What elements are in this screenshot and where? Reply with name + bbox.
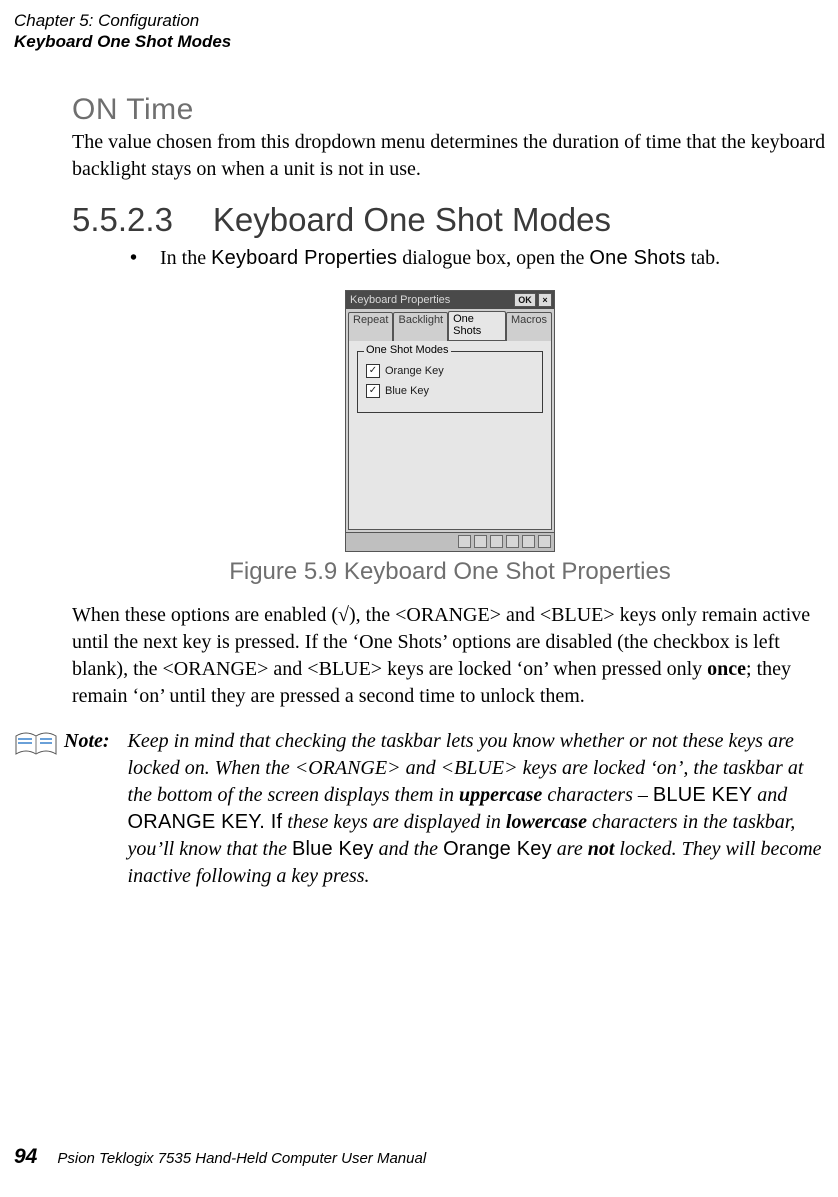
- bullet-marker: •: [130, 247, 140, 270]
- section-heading: 5.5.2.3 Keyboard One Shot Modes: [72, 201, 828, 239]
- manual-title: Psion Teklogix 7535 Hand-Held Computer U…: [57, 1150, 426, 1167]
- note-block: Note: Keep in mind that checking the tas…: [14, 728, 828, 890]
- close-button[interactable]: ×: [538, 293, 552, 307]
- orange-key-row: ✓ Orange Key: [366, 364, 534, 378]
- taskbar-icon: [490, 535, 503, 548]
- taskbar-icon: [506, 535, 519, 548]
- taskbar: [346, 532, 554, 551]
- on-time-text: The value chosen from this dropdown menu…: [72, 129, 828, 183]
- page-footer: 94 Psion Teklogix 7535 Hand-Held Compute…: [14, 1145, 426, 1169]
- blue-key-label: Blue Key: [385, 385, 429, 397]
- taskbar-icon: [538, 535, 551, 548]
- bullet-item: • In the Keyboard Properties dialogue bo…: [130, 247, 828, 270]
- figure-caption: Figure 5.9 Keyboard One Shot Properties: [229, 558, 671, 586]
- tab-repeat[interactable]: Repeat: [348, 312, 393, 341]
- orange-key-label: Orange Key: [385, 365, 444, 377]
- tab-backlight[interactable]: Backlight: [393, 312, 448, 341]
- tab-body: One Shot Modes ✓ Orange Key ✓ Blue Key: [348, 340, 552, 530]
- header-section: Keyboard One Shot Modes: [14, 31, 828, 52]
- dialog-titlebar: Keyboard Properties OK ×: [346, 291, 554, 309]
- section-title: Keyboard One Shot Modes: [213, 201, 611, 239]
- header-chapter: Chapter 5: Configuration: [14, 10, 828, 31]
- paragraph-enabled: When these options are enabled (√), the …: [72, 602, 828, 710]
- ok-button[interactable]: OK: [514, 293, 536, 307]
- on-time-heading: ON Time: [72, 93, 828, 127]
- book-icon: [14, 730, 58, 760]
- tab-row: Repeat Backlight One Shots Macros: [346, 309, 554, 340]
- note-text: Keep in mind that checking the taskbar l…: [128, 728, 828, 890]
- one-shot-modes-group: One Shot Modes ✓ Orange Key ✓ Blue Key: [357, 351, 543, 413]
- orange-key-checkbox[interactable]: ✓: [366, 364, 380, 378]
- taskbar-icon: [522, 535, 535, 548]
- tab-macros[interactable]: Macros: [506, 312, 552, 341]
- keyboard-properties-dialog: Keyboard Properties OK × Repeat Backligh…: [345, 290, 555, 552]
- blue-key-checkbox[interactable]: ✓: [366, 384, 380, 398]
- page-header: Chapter 5: Configuration Keyboard One Sh…: [14, 10, 828, 53]
- group-legend: One Shot Modes: [364, 344, 451, 356]
- taskbar-icon: [474, 535, 487, 548]
- tab-oneshots[interactable]: One Shots: [448, 311, 506, 340]
- blue-key-row: ✓ Blue Key: [366, 384, 534, 398]
- taskbar-icon: [458, 535, 471, 548]
- dialog-title: Keyboard Properties: [348, 294, 512, 306]
- note-label: Note:: [64, 728, 110, 890]
- page-number: 94: [14, 1145, 37, 1169]
- section-number: 5.5.2.3: [72, 201, 173, 239]
- bullet-text: In the Keyboard Properties dialogue box,…: [160, 247, 720, 270]
